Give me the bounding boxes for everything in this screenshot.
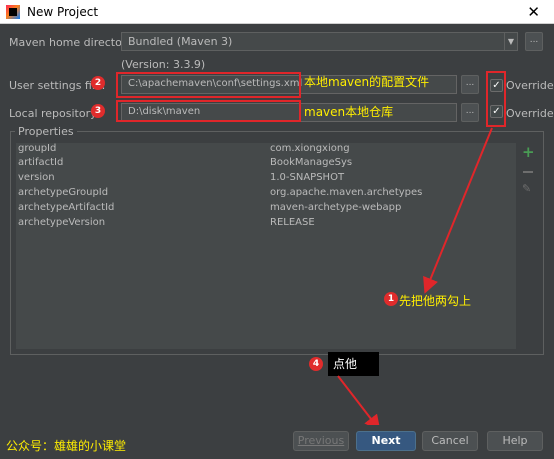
- maven-home-browse-button[interactable]: ...: [525, 32, 543, 51]
- next-button[interactable]: Next: [356, 431, 416, 451]
- local-repo-label: Local repository:: [9, 107, 100, 120]
- override-highlight-box: [486, 71, 506, 127]
- user-settings-browse-button[interactable]: ...: [461, 75, 479, 94]
- remove-property-icon[interactable]: [523, 171, 533, 173]
- property-value: maven-archetype-webapp: [270, 202, 402, 213]
- previous-label: Previous: [297, 434, 345, 447]
- table-row[interactable]: artifactId BookManageSys: [16, 157, 516, 171]
- watermark-text: 公众号：雄雄的小课堂: [6, 439, 127, 453]
- repo-note: maven本地仓库: [304, 105, 394, 119]
- maven-home-label: Maven home directory:: [9, 36, 136, 49]
- close-window-icon[interactable]: ✕: [527, 3, 540, 21]
- property-key: archetypeVersion: [18, 217, 106, 228]
- arrow-to-next: [337, 375, 381, 432]
- table-row[interactable]: archetypeGroupId org.apache.maven.archet…: [16, 187, 516, 201]
- property-key: archetypeGroupId: [18, 187, 109, 198]
- add-property-icon[interactable]: +: [522, 143, 535, 161]
- property-key: groupId: [18, 143, 57, 154]
- property-value: BookManageSys: [270, 157, 353, 168]
- property-value: org.apache.maven.archetypes: [270, 187, 423, 198]
- help-button[interactable]: Help: [487, 431, 543, 451]
- window-title: New Project: [27, 4, 99, 19]
- annotation-badge-1: 1: [384, 292, 398, 306]
- property-key: artifactId: [18, 157, 64, 168]
- table-row[interactable]: archetypeArtifactId maven-archetype-weba…: [16, 202, 516, 216]
- settings-highlight-box: [116, 72, 301, 98]
- property-value: 1.0-SNAPSHOT: [270, 172, 345, 183]
- property-value: RELEASE: [270, 217, 315, 228]
- property-value: com.xiongxiong: [270, 143, 350, 154]
- local-repo-override-label: Override: [506, 107, 554, 120]
- property-key: version: [18, 172, 55, 183]
- maven-version-text: (Version: 3.3.9): [121, 58, 206, 71]
- property-key: archetypeArtifactId: [18, 202, 115, 213]
- properties-table[interactable]: groupId com.xiongxiong artifactId BookMa…: [16, 143, 516, 349]
- table-row[interactable]: version 1.0-SNAPSHOT: [16, 172, 516, 186]
- edit-property-icon[interactable]: ✎: [522, 182, 531, 195]
- intellij-app-icon: [6, 4, 20, 19]
- check-note: 先把他两勾上: [399, 294, 472, 308]
- annotation-badge-2: 2: [91, 76, 105, 90]
- annotation-badge-3: 3: [91, 104, 105, 118]
- user-settings-override-label: Override: [506, 79, 554, 92]
- click-note: 点他: [328, 352, 379, 376]
- properties-title: Properties: [15, 125, 77, 138]
- table-row[interactable]: archetypeVersion RELEASE: [16, 217, 516, 231]
- local-repo-browse-button[interactable]: ...: [461, 103, 479, 122]
- chevron-down-icon[interactable]: ▼: [505, 32, 518, 51]
- settings-note: 本地maven的配置文件: [304, 75, 430, 89]
- window-title-bar: New Project ✕: [0, 0, 554, 24]
- annotation-badge-4: 4: [309, 357, 323, 371]
- repo-highlight-box: [116, 100, 301, 122]
- table-row[interactable]: groupId com.xiongxiong: [16, 143, 516, 157]
- cancel-button[interactable]: Cancel: [422, 431, 478, 451]
- maven-home-combo[interactable]: Bundled (Maven 3): [121, 32, 505, 51]
- previous-button[interactable]: Previous: [293, 431, 349, 451]
